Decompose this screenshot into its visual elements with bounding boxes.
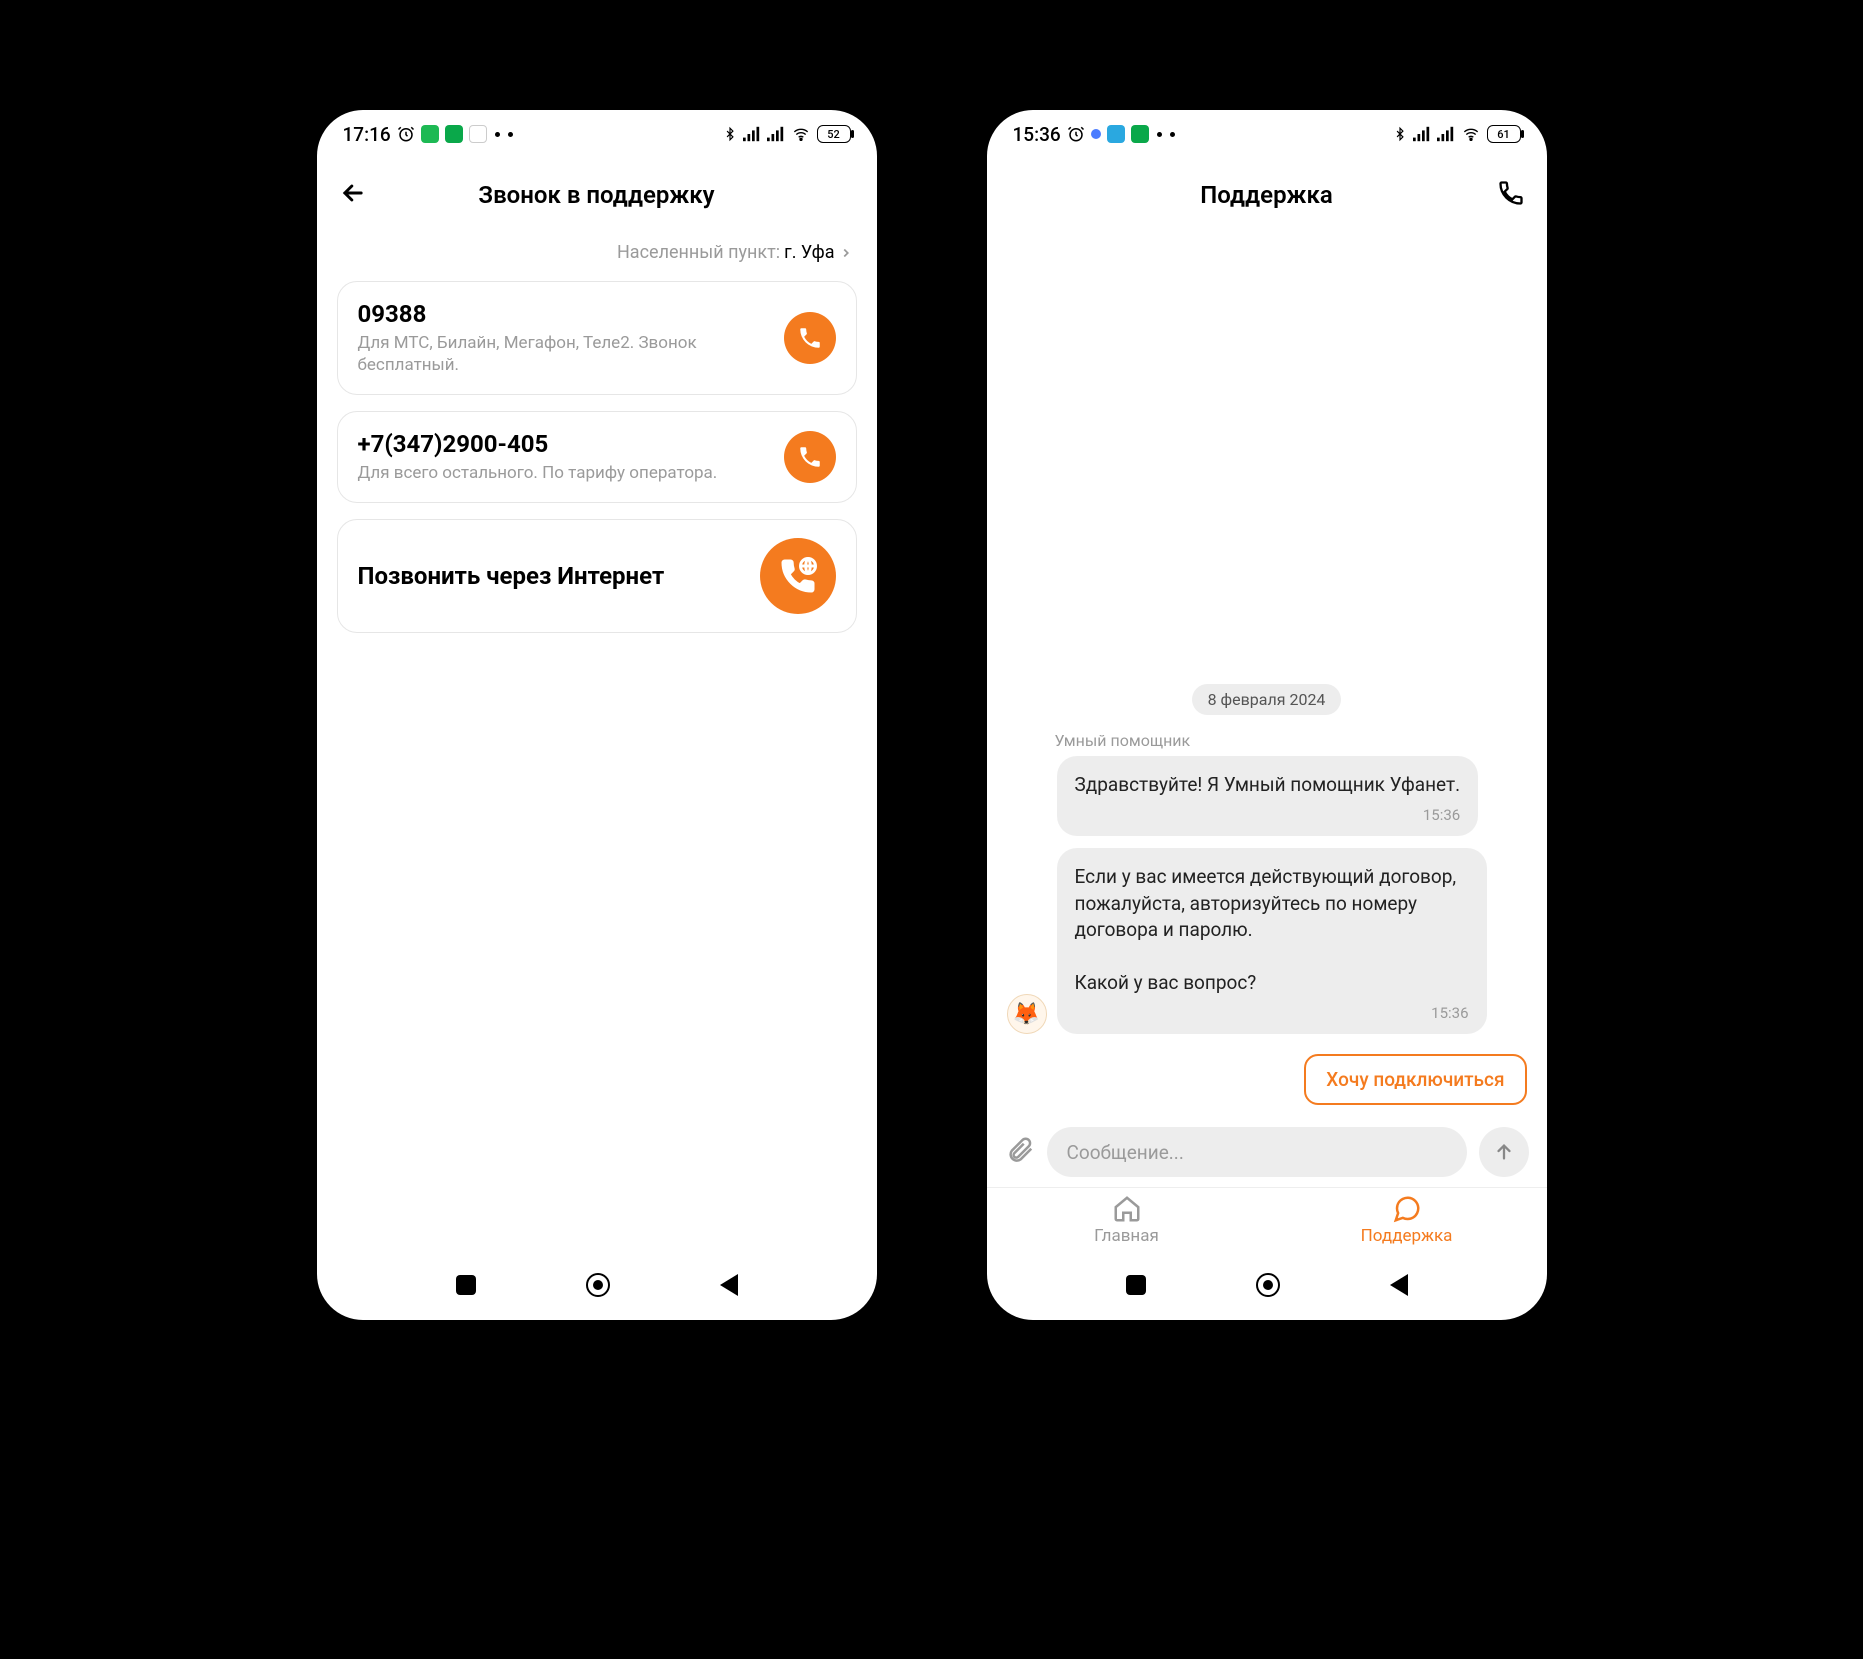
wifi-icon: [1461, 126, 1481, 142]
status-more-icon: [1170, 132, 1175, 137]
phone-call-support: 17:16 52 Звонок в поддержку Населенный п…: [317, 110, 877, 1320]
send-button[interactable]: [1479, 1127, 1529, 1177]
chat-icon: [1392, 1194, 1422, 1224]
signal-icon: [767, 126, 785, 142]
status-app-icon: [469, 125, 487, 143]
status-bar: 15:36 61: [987, 110, 1547, 158]
phone-card-full[interactable]: +7(347)2900-405 Для всего остального. По…: [337, 411, 857, 503]
location-selector[interactable]: Населенный пункт: г. Уфа: [317, 232, 877, 281]
status-time: 17:16: [343, 123, 391, 146]
message-composer: Сообщение...: [987, 1121, 1547, 1187]
phone-card-short[interactable]: 09388 Для МТС, Билайн, Мегафон, Теле2. З…: [337, 281, 857, 395]
nav-recents-button[interactable]: [456, 1275, 476, 1295]
status-dot-icon: [1091, 129, 1101, 139]
battery-icon: 61: [1487, 125, 1521, 143]
sender-label: Умный помощник: [1055, 731, 1527, 750]
location-city: г. Уфа: [784, 242, 834, 263]
nav-home-button[interactable]: [586, 1273, 610, 1297]
phone-description: Для всего остального. По тарифу оператор…: [358, 462, 770, 484]
status-app-icon: [445, 125, 463, 143]
status-time: 15:36: [1013, 123, 1061, 146]
nav-recents-button[interactable]: [1126, 1275, 1146, 1295]
call-button[interactable]: [784, 312, 836, 364]
battery-icon: 52: [817, 125, 851, 143]
location-label: Населенный пункт:: [617, 242, 780, 263]
phone-number: 09388: [358, 300, 770, 328]
tab-label: Поддержка: [1361, 1226, 1453, 1246]
home-icon: [1112, 1194, 1142, 1224]
date-separator: 8 февраля 2024: [1192, 684, 1342, 715]
internet-call-card[interactable]: Позвонить через Интернет: [337, 519, 857, 633]
nav-back-button[interactable]: [1390, 1274, 1408, 1296]
android-nav-bar: [317, 1250, 877, 1320]
message-bubble: Здравствуйте! Я Умный помощник Уфанет. 1…: [1057, 756, 1479, 836]
nav-back-button[interactable]: [720, 1274, 738, 1296]
bluetooth-icon: [1393, 125, 1407, 143]
android-nav-bar: [987, 1250, 1547, 1320]
page-title: Звонок в поддержку: [478, 181, 714, 209]
message-row: 🦊 Если у вас имеется действующий договор…: [1007, 848, 1527, 1034]
screen-header: Звонок в поддержку: [317, 158, 877, 232]
tab-support[interactable]: Поддержка: [1267, 1194, 1547, 1246]
phone-globe-icon: [778, 556, 818, 596]
status-app-icon: [1131, 125, 1149, 143]
phone-support-chat: 15:36 61 Поддержка 8 февраля 2024 Умный …: [987, 110, 1547, 1320]
phone-icon: [797, 325, 823, 351]
bluetooth-icon: [723, 125, 737, 143]
call-support-button[interactable]: [1497, 179, 1525, 211]
chevron-right-icon: [839, 246, 853, 260]
attach-button[interactable]: [1005, 1135, 1035, 1169]
phone-description: Для МТС, Билайн, Мегафон, Теле2. Звонок …: [358, 332, 770, 376]
wifi-icon: [791, 126, 811, 142]
internet-call-label: Позвонить через Интернет: [358, 561, 746, 591]
page-title: Поддержка: [1200, 181, 1333, 209]
tab-label: Главная: [1094, 1226, 1159, 1246]
message-bubble: Если у вас имеется действующий договор, …: [1057, 848, 1487, 1034]
message-placeholder: Сообщение...: [1067, 1141, 1184, 1164]
bot-avatar: 🦊: [1007, 994, 1047, 1034]
status-more-icon: [508, 132, 513, 137]
call-button[interactable]: [784, 431, 836, 483]
signal-icon: [1437, 126, 1455, 142]
status-app-icon: [1107, 125, 1125, 143]
screen-header: Поддержка: [987, 158, 1547, 232]
arrow-up-icon: [1493, 1141, 1515, 1163]
tab-home[interactable]: Главная: [987, 1194, 1267, 1246]
back-button[interactable]: [339, 179, 367, 211]
message-time: 15:36: [1075, 805, 1461, 826]
signal-icon: [743, 126, 761, 142]
bottom-tab-bar: Главная Поддержка: [987, 1187, 1547, 1250]
phone-icon: [797, 444, 823, 470]
signal-icon: [1413, 126, 1431, 142]
internet-call-button[interactable]: [760, 538, 836, 614]
message-time: 15:36: [1075, 1003, 1469, 1024]
message-input[interactable]: Сообщение...: [1047, 1127, 1467, 1177]
status-more-icon: [1157, 132, 1162, 137]
message-text: Если у вас имеется действующий договор, …: [1075, 865, 1457, 994]
message-text: Здравствуйте! Я Умный помощник Уфанет.: [1075, 773, 1461, 796]
quick-reply-button[interactable]: Хочу подключиться: [1304, 1054, 1526, 1105]
alarm-icon: [1067, 125, 1085, 143]
nav-home-button[interactable]: [1256, 1273, 1280, 1297]
message-row: Здравствуйте! Я Умный помощник Уфанет. 1…: [1007, 756, 1527, 836]
phone-icon: [1497, 179, 1525, 207]
status-more-icon: [495, 132, 500, 137]
alarm-icon: [397, 125, 415, 143]
status-app-icon: [421, 125, 439, 143]
phone-number: +7(347)2900-405: [358, 430, 770, 458]
paperclip-icon: [1005, 1135, 1035, 1165]
status-bar: 17:16 52: [317, 110, 877, 158]
